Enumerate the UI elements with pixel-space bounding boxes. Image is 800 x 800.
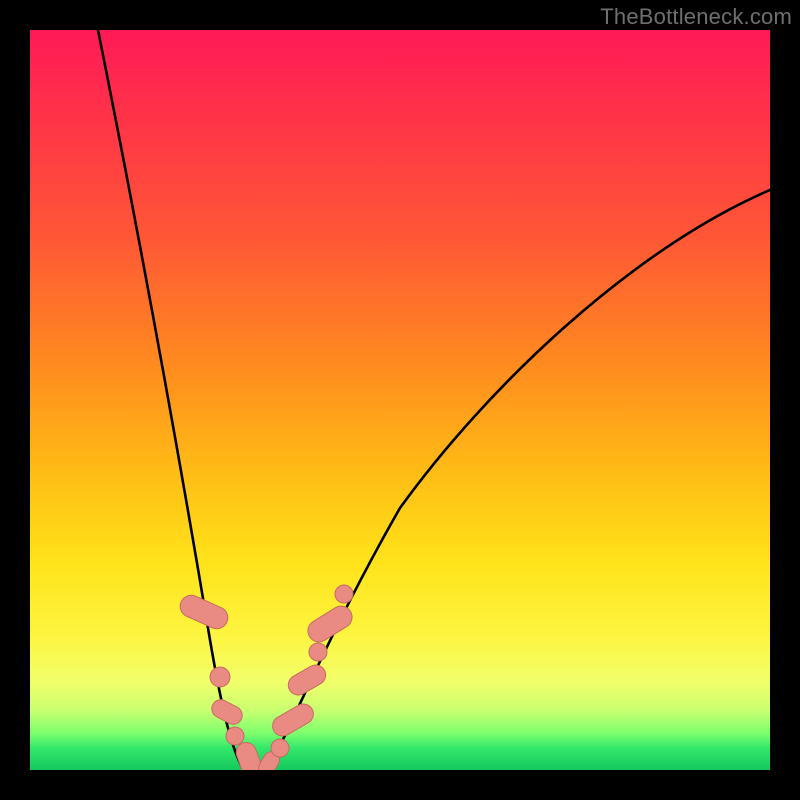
marker-capsule-8 <box>285 661 330 698</box>
stage: TheBottleneck.com <box>0 0 800 800</box>
marker-capsule-7 <box>269 700 317 739</box>
curve-right-branch <box>270 190 770 765</box>
curve-left-branch <box>98 30 241 765</box>
curve-group <box>98 30 770 768</box>
watermark-text: TheBottleneck.com <box>600 4 792 30</box>
marker-circle-11 <box>335 585 353 603</box>
plot-area <box>30 30 770 770</box>
marker-layer <box>177 585 356 770</box>
marker-circle-9 <box>309 643 327 661</box>
chart-svg <box>30 30 770 770</box>
marker-circle-3 <box>226 727 244 745</box>
marker-circle-6 <box>271 739 289 757</box>
marker-circle-1 <box>210 667 230 687</box>
